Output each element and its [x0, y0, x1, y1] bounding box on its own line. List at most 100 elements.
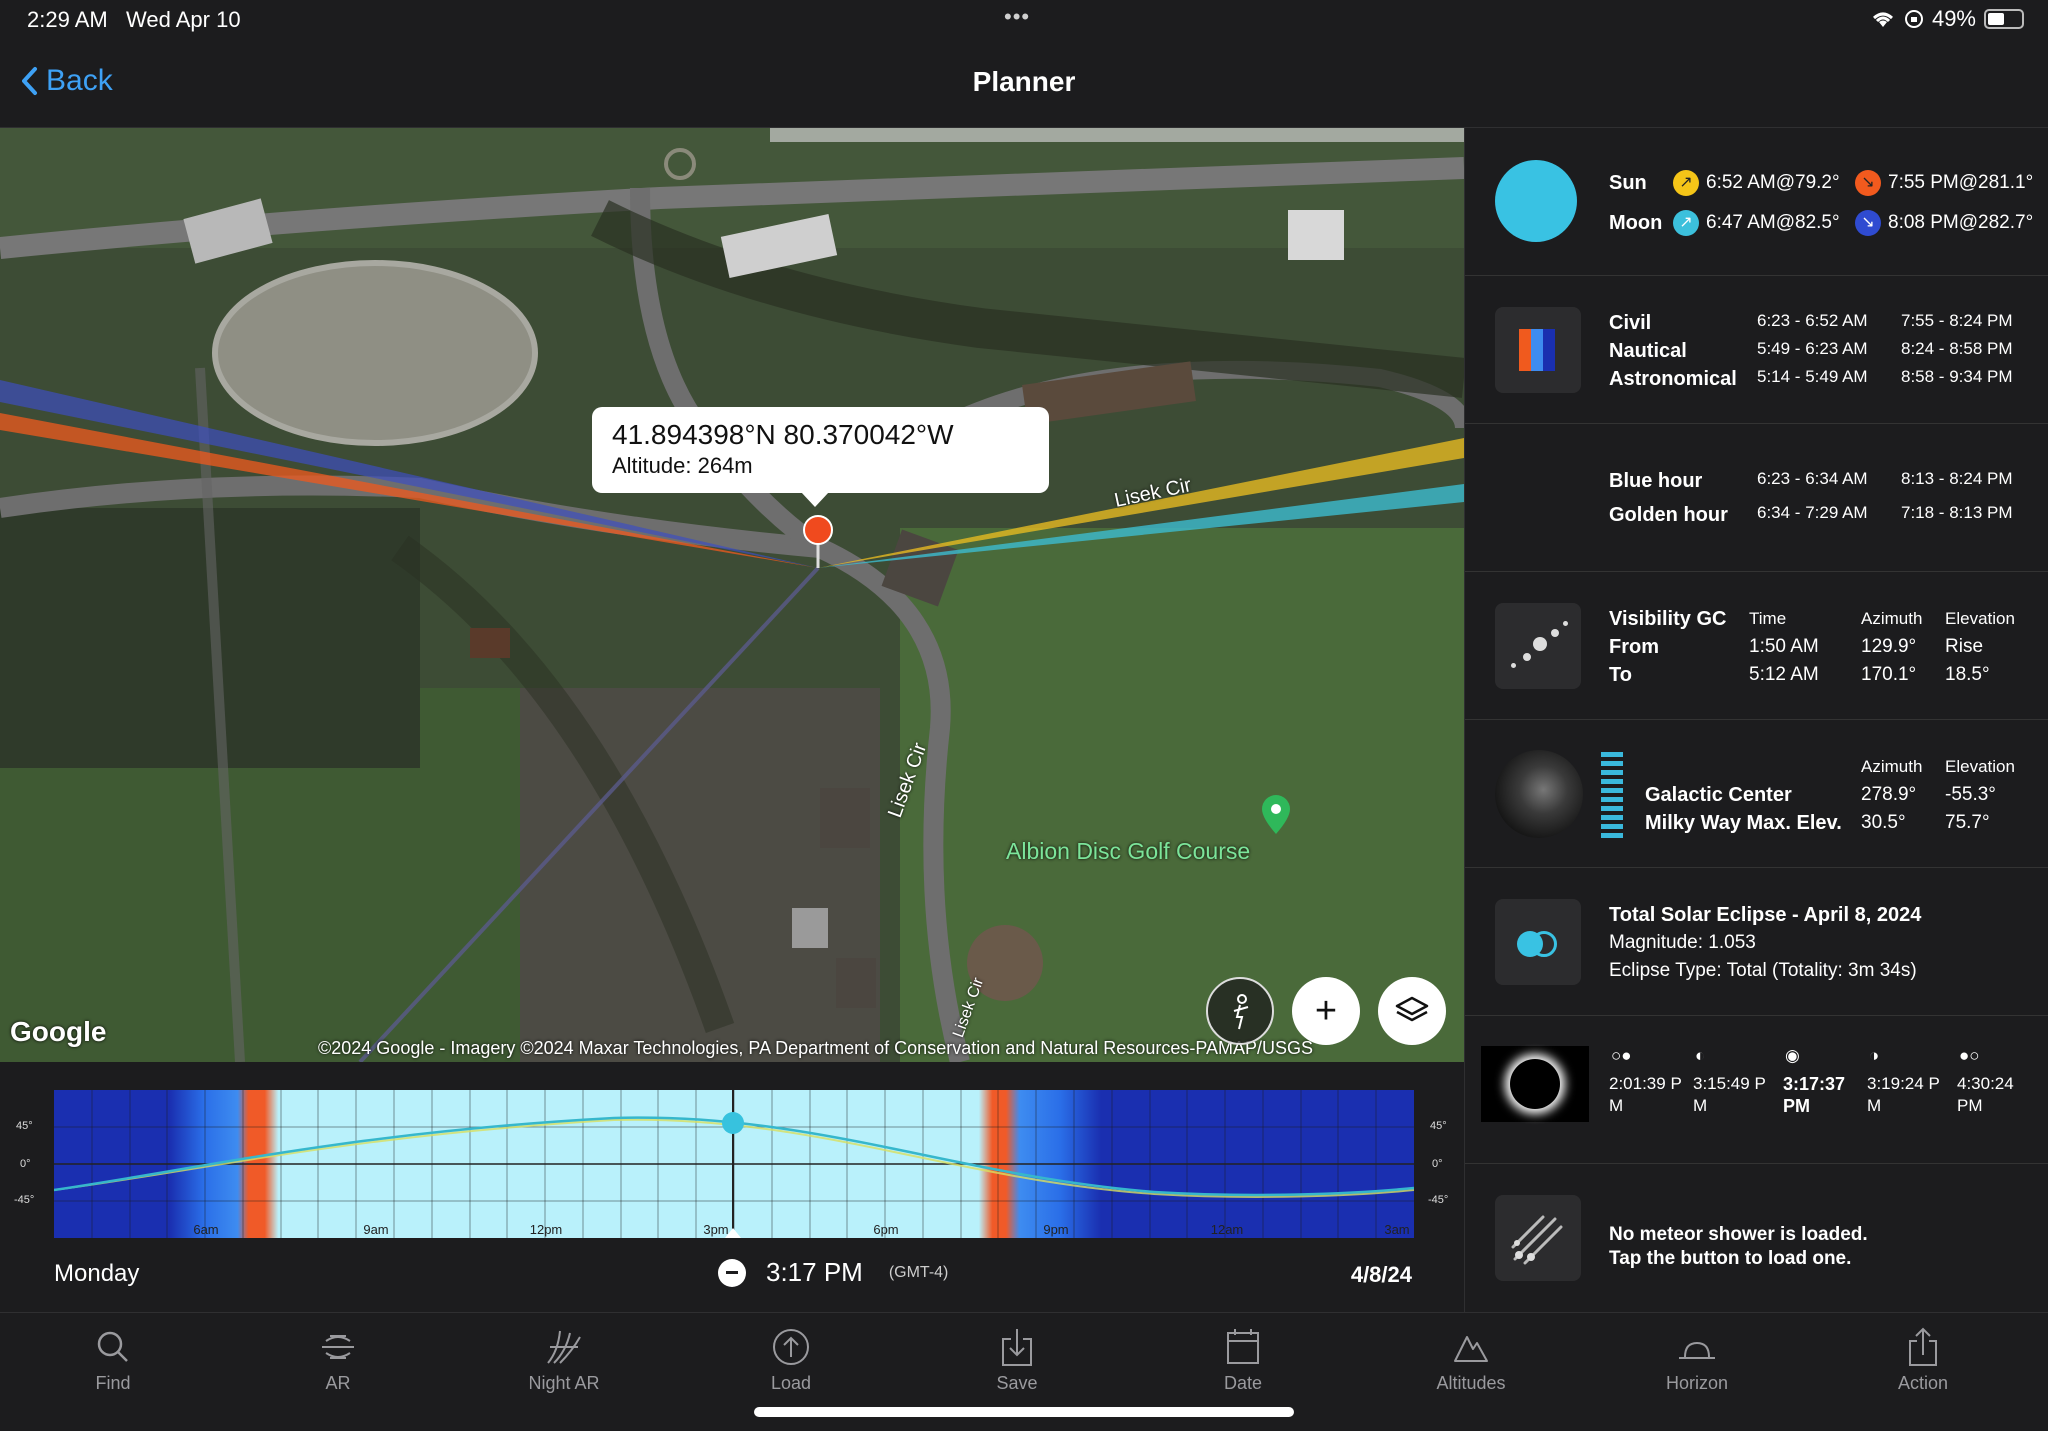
tab-load[interactable]: Load [716, 1327, 866, 1394]
eclipse-contacts-card[interactable]: ○● 2:01:39 P M ◐ 3:15:49 P M ◉ 3:17:37 PM ◑ 3:19:2… [1465, 1016, 2048, 1164]
tab-action[interactable]: Action [1848, 1327, 1998, 1394]
meteor-line2: Tap the button to load one. [1609, 1248, 1852, 1269]
header-elevation: Elevation [1945, 609, 2015, 628]
eclipse-phase-icon: ◐ [1695, 1046, 1706, 1065]
satellite-map[interactable]: 41.894398°N 80.370042°W Altitude: 264m L… [0, 128, 1464, 1062]
tab-date[interactable]: Date [1168, 1327, 1318, 1394]
location-callout[interactable]: 41.894398°N 80.370042°W Altitude: 264m [592, 407, 1049, 507]
time-minus-icon[interactable] [718, 1258, 746, 1287]
tab-label: Date [1223, 1373, 1263, 1393]
moon-disc-icon [1495, 160, 1577, 242]
pin-location-button[interactable] [1206, 977, 1274, 1045]
map-layers-button[interactable] [1378, 977, 1446, 1045]
eclipse-phase-icon: ◉ [1785, 1046, 1800, 1065]
gc-label: Galactic Center [1645, 784, 1792, 806]
poi-label[interactable]: Albion Disc Golf Course [1006, 838, 1250, 865]
callout-altitude: Altitude: 264m [612, 453, 753, 478]
eclipse-phase-icon: ◑ [1869, 1046, 1880, 1065]
eclipse-phase-icon: ○● [1611, 1046, 1632, 1065]
to-label: To [1609, 664, 1632, 686]
hour-label: 9pm [1043, 1222, 1068, 1237]
share-icon [1909, 1327, 1937, 1366]
eclipse-contact-time: 4:30:24 [1957, 1074, 2014, 1093]
twilight-am: 5:14 - 5:49 AM [1757, 367, 1868, 386]
golden-hour-am: 6:34 - 7:29 AM [1757, 503, 1868, 522]
tab-night-ar[interactable]: Night AR [489, 1327, 639, 1394]
info-panel: Sun ↗ 6:52 AM@79.2° ↘ 7:55 PM@281.1° Moo… [1464, 128, 2048, 1312]
eclipse-card[interactable]: Total Solar Eclipse - April 8, 2024 Magn… [1465, 868, 2048, 1016]
twilight-am: 5:49 - 6:23 AM [1757, 339, 1868, 358]
search-icon [97, 1331, 128, 1362]
map-imagery [0, 128, 1464, 1062]
mountain-icon [1454, 1336, 1488, 1362]
person-pin-icon [1233, 994, 1249, 1030]
mw-elevation: 75.7° [1945, 812, 1990, 833]
header-azimuth: Azimuth [1861, 609, 1923, 628]
y-tick-right: 45° [1430, 1120, 1447, 1132]
sunrise-icon: ↗ [1673, 170, 1699, 196]
twilight-icon [1495, 307, 1581, 393]
ar-icon [322, 1335, 354, 1359]
night-ar-icon [547, 1330, 581, 1364]
hour-label: 3pm [703, 1222, 728, 1237]
altitude-chart[interactable]: 6am 9am 12pm 3pm 6pm 9pm 12am 3am [54, 1090, 1414, 1238]
sunset-value: 7:55 PM@281.1° [1888, 172, 2034, 193]
tab-altitudes[interactable]: Altitudes [1396, 1327, 1546, 1394]
time-selector[interactable]: 3:17 PM (GMT-4) [718, 1257, 948, 1288]
mw-label: Milky Way Max. Elev. [1645, 812, 1842, 834]
gc-elevation: -55.3° [1945, 784, 1996, 805]
y-tick-right: -45° [1428, 1194, 1449, 1206]
multitask-dots-icon[interactable]: ••• [1004, 4, 1030, 30]
home-indicator[interactable] [754, 1407, 1294, 1417]
timeline: 6am 9am 12pm 3pm 6pm 9pm 12am 3am 45° 0° -45° 4… [0, 1062, 1464, 1312]
twilight-am: 6:23 - 6:52 AM [1757, 311, 1868, 330]
elevation-bars-icon [1601, 752, 1623, 838]
galactic-center-card[interactable]: Azimuth Elevation Galactic Center 278.9°… [1465, 720, 2048, 868]
day-label: Monday [54, 1260, 140, 1287]
tab-save[interactable]: Save [942, 1327, 1092, 1394]
visibility-gc-card[interactable]: Visibility GC Time Azimuth Elevation Fro… [1465, 572, 2048, 720]
tab-find[interactable]: Find [38, 1327, 188, 1394]
eclipse-contact-time: PM [1783, 1096, 1810, 1116]
status-bar: 2:29 AM Wed Apr 10 ••• 49% [0, 0, 2048, 44]
tab-ar[interactable]: AR [263, 1327, 413, 1394]
from-azimuth: 129.9° [1861, 636, 1917, 657]
mw-azimuth: 30.5° [1861, 812, 1906, 833]
from-label: From [1609, 636, 1659, 658]
eclipse-contact-time: 2:01:39 P [1609, 1074, 1682, 1093]
twilight-card[interactable]: Civil 6:23 - 6:52 AM 7:55 - 8:24 PM Naut… [1465, 276, 2048, 424]
hour-label: 9am [363, 1222, 388, 1237]
sun-moon-card[interactable]: Sun ↗ 6:52 AM@79.2° ↘ 7:55 PM@281.1° Moo… [1465, 128, 2048, 276]
meteor-card[interactable]: No meteor shower is loaded. Tap the butt… [1465, 1164, 2048, 1312]
y-tick-right: 0° [1432, 1158, 1443, 1170]
tab-label: Save [996, 1373, 1038, 1393]
load-icon [773, 1329, 809, 1365]
light-hours-card[interactable]: Blue hour 6:23 - 6:34 AM 8:13 - 8:24 PM … [1465, 424, 2048, 572]
status-time: 2:29 AM [27, 7, 108, 32]
y-tick-left: -45° [14, 1194, 35, 1206]
tab-label: Find [95, 1373, 131, 1393]
twilight-label: Civil [1609, 312, 1652, 334]
golden-hour-label: Golden hour [1609, 504, 1728, 526]
twilight-pm: 7:55 - 8:24 PM [1901, 311, 2013, 330]
tab-label: Load [770, 1373, 812, 1393]
battery-icon [1984, 9, 2024, 29]
to-time: 5:12 AM [1749, 664, 1819, 685]
moonset-value: 8:08 PM@282.7° [1888, 212, 2034, 233]
blue-hour-pm: 8:13 - 8:24 PM [1901, 469, 2013, 488]
blue-hour-am: 6:23 - 6:34 AM [1757, 469, 1868, 488]
current-date[interactable]: 4/8/24 [1351, 1262, 1412, 1288]
eclipse-contact-time: 3:17:37 [1783, 1074, 1846, 1094]
eclipse-magnitude: Magnitude: 1.053 [1609, 932, 1756, 953]
from-time: 1:50 AM [1749, 636, 1819, 657]
layers-icon [1395, 996, 1429, 1022]
zoom-in-button[interactable]: + [1292, 977, 1360, 1045]
map-attribution: ©2024 Google - Imagery ©2024 Maxar Techn… [318, 1038, 1314, 1058]
sunset-icon: ↘ [1855, 170, 1881, 196]
hour-label: 6am [193, 1222, 218, 1237]
tab-horizon[interactable]: Horizon [1622, 1327, 1772, 1394]
status-indicators: 49% [1870, 6, 2024, 32]
header-elevation: Elevation [1945, 757, 2015, 776]
twilight-label: Astronomical [1609, 368, 1737, 390]
callout-coordinates: 41.894398°N 80.370042°W [612, 419, 954, 450]
